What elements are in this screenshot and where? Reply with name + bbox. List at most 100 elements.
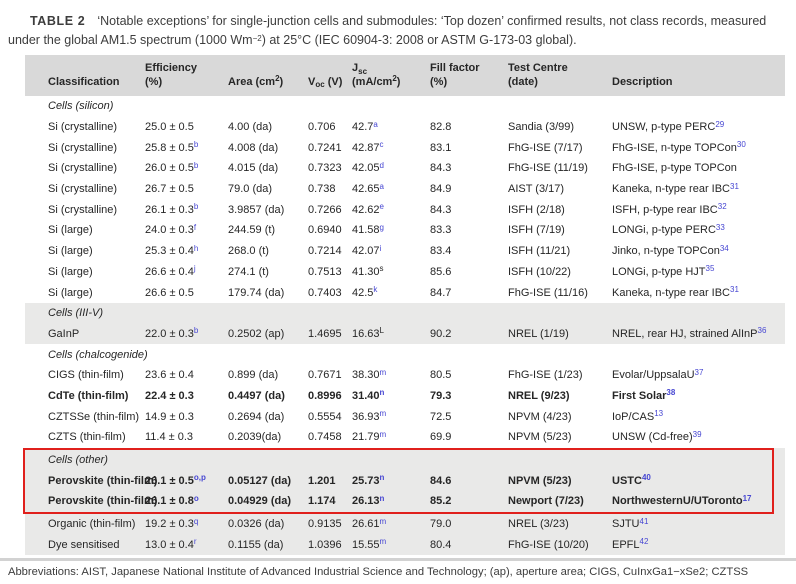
reference-link[interactable]: m (380, 430, 387, 439)
cell-fill_factor: 84.3 (430, 204, 508, 216)
cell-voc: 0.7241 (308, 142, 352, 154)
cell-voc: 1.4695 (308, 328, 352, 340)
cell-test_centre: NREL (3/23) (508, 518, 612, 530)
table-caption: TABLE 2‘Notable exceptions’ for single-j… (8, 12, 788, 50)
cell-fill_factor: 83.3 (430, 224, 508, 236)
cell-area: 4.015 (da) (228, 162, 308, 174)
cell-jsc: 26.61m (352, 518, 430, 530)
efficiency-table: ClassificationEfficiency(%)Area (cm2)Voc… (25, 55, 785, 555)
reference-link[interactable]: 29 (715, 120, 724, 129)
cell-efficiency: 24.0 ± 0.3f (145, 224, 228, 236)
table-row: CdTe (thin-film)22.4 ± 0.30.4497 (da)0.8… (25, 386, 785, 407)
cell-voc: 0.738 (308, 183, 352, 195)
reference-link[interactable]: b (194, 140, 198, 149)
subscript: oc (315, 80, 324, 89)
reference-link[interactable]: 32 (718, 202, 727, 211)
reference-link[interactable]: 42 (640, 537, 649, 546)
table-row: Perovskite (thin-film)26.1 ± 0.8o0.04929… (25, 491, 772, 512)
reference-link[interactable]: o,p (194, 473, 206, 482)
reference-link[interactable]: d (380, 161, 384, 170)
section-heading-row: Cells (other) (25, 450, 772, 471)
cell-efficiency: 25.8 ± 0.5b (145, 142, 228, 154)
cell-area: 0.04929 (da) (228, 495, 308, 507)
cell-jsc: 42.62e (352, 204, 430, 216)
cell-description: LONGi, p-type HJT35 (612, 266, 785, 278)
cell-classification: GaInP (48, 328, 145, 340)
reference-link[interactable]: b (194, 161, 198, 170)
reference-link[interactable]: 37 (695, 368, 704, 377)
reference-link[interactable]: a (373, 120, 377, 129)
section-heading-row: Cells (III-V) (25, 303, 785, 324)
cell-fill_factor: 83.4 (430, 245, 508, 257)
cell-efficiency: 23.6 ± 0.4 (145, 369, 228, 381)
cell-test_centre: Sandia (3/99) (508, 121, 612, 133)
bottom-divider (0, 558, 796, 561)
reference-link[interactable]: b (194, 326, 198, 335)
reference-link[interactable]: 40 (642, 473, 651, 482)
reference-link[interactable]: n (380, 388, 385, 397)
cell-fill_factor: 80.5 (430, 369, 508, 381)
cell-area: 0.4497 (da) (228, 390, 308, 402)
cell-voc: 0.8996 (308, 390, 352, 402)
cell-voc: 1.0396 (308, 539, 352, 551)
cell-area: 3.9857 (da) (228, 204, 308, 216)
cell-description: EPFL42 (612, 539, 785, 551)
cell-test_centre: ISFH (2/18) (508, 204, 612, 216)
cell-fill_factor: 84.7 (430, 287, 508, 299)
reference-link[interactable]: 38 (666, 388, 675, 397)
reference-link[interactable]: k (373, 285, 377, 294)
table-section: Cells (silicon)Si (crystalline)25.0 ± 0.… (25, 96, 785, 303)
reference-link[interactable]: m (380, 517, 387, 526)
reference-link[interactable]: h (194, 244, 198, 253)
reference-link[interactable]: o (194, 494, 199, 503)
cell-jsc: 42.5k (352, 287, 430, 299)
reference-link[interactable]: q (194, 517, 198, 526)
cell-fill_factor: 84.3 (430, 162, 508, 174)
column-header-test_centre: Test Centre(date) (508, 62, 612, 89)
reference-link[interactable]: 31 (730, 182, 739, 191)
reference-link[interactable]: 41 (640, 517, 649, 526)
reference-link[interactable]: 34 (720, 244, 729, 253)
reference-link[interactable]: n (380, 494, 385, 503)
reference-link[interactable]: m (380, 368, 387, 377)
cell-classification: CIGS (thin-film) (48, 369, 145, 381)
reference-link[interactable]: 36 (758, 326, 767, 335)
cell-description: ISFH, p-type rear IBC32 (612, 204, 785, 216)
reference-link[interactable]: a (380, 182, 384, 191)
reference-link[interactable]: j (194, 264, 196, 273)
cell-description: FhG-ISE, p-type TOPCon (612, 162, 785, 174)
cell-description: Kaneka, n-type rear IBC31 (612, 183, 785, 195)
reference-link[interactable]: 31 (730, 285, 739, 294)
cell-fill_factor: 83.1 (430, 142, 508, 154)
table-row: Si (crystalline)26.1 ± 0.3b3.9857 (da)0.… (25, 199, 785, 220)
cell-description: Kaneka, n-type rear IBC31 (612, 287, 785, 299)
reference-link[interactable]: 17 (743, 494, 752, 503)
reference-link[interactable]: i (380, 244, 382, 253)
cell-test_centre: NPVM (4/23) (508, 411, 612, 423)
reference-link[interactable]: 13 (654, 409, 663, 418)
cell-jsc: 42.65a (352, 183, 430, 195)
reference-link[interactable]: f (194, 223, 196, 232)
reference-link[interactable]: g (380, 223, 384, 232)
cell-fill_factor: 69.9 (430, 431, 508, 443)
table-row: Perovskite (thin-film)26.1 ± 0.5o,p0.051… (25, 470, 772, 491)
cell-test_centre: NREL (9/23) (508, 390, 612, 402)
reference-link[interactable]: 39 (693, 430, 702, 439)
column-header-voc: Voc (V) (308, 76, 352, 90)
superscript: −2 (253, 34, 262, 43)
cell-description: UNSW, p-type PERC29 (612, 121, 785, 133)
reference-link[interactable]: 33 (716, 223, 725, 232)
cell-classification: Si (large) (48, 245, 145, 257)
reference-link[interactable]: 35 (706, 264, 715, 273)
reference-link[interactable]: e (380, 202, 384, 211)
superscript: 2 (392, 74, 396, 83)
reference-link[interactable]: m (380, 409, 387, 418)
cell-jsc: 41.58g (352, 224, 430, 236)
reference-link[interactable]: b (194, 202, 198, 211)
cell-fill_factor: 85.2 (430, 495, 508, 507)
reference-link[interactable]: 30 (737, 140, 746, 149)
reference-link[interactable]: r (194, 537, 197, 546)
reference-link[interactable]: m (380, 537, 387, 546)
reference-link[interactable]: n (380, 473, 385, 482)
reference-link[interactable]: c (380, 140, 384, 149)
